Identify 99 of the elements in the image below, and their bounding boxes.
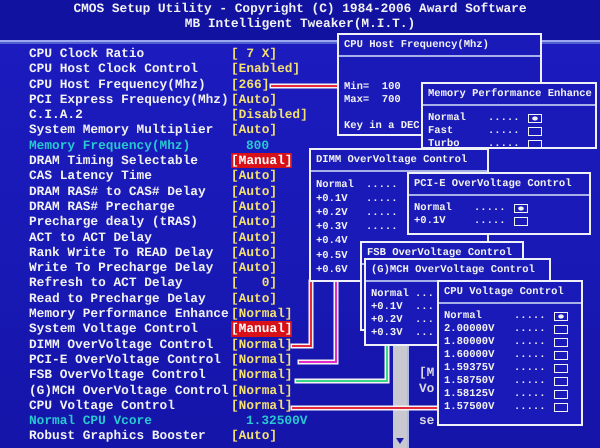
option-item[interactable]: 1.60000V .....	[444, 349, 568, 362]
setting-value[interactable]: [Auto]	[231, 290, 278, 306]
setting-value[interactable]: [Manual]	[231, 153, 292, 168]
option-item[interactable]: +0.1V .....	[414, 215, 528, 228]
setting-value[interactable]: [Normal]	[231, 306, 292, 322]
setting-label: CPU Host Frequency(Mhz)	[29, 76, 207, 92]
setting-label: PCI-E OverVoltage Control	[29, 352, 222, 368]
setting-value[interactable]: [Enabled]	[231, 61, 300, 77]
setting-value[interactable]: [Normal]	[231, 336, 292, 352]
setting-label: PCI Express Frequency(Mhz)	[29, 92, 230, 108]
setting-label: Memory Performance Enhance	[29, 306, 230, 322]
setting-label: Read to Precharge Delay	[29, 290, 207, 306]
option-item[interactable]: Turbo .....	[428, 138, 542, 147]
help-text: [M	[419, 365, 434, 381]
setting-label: Rank Write To READ Delay	[29, 244, 214, 260]
setting-value[interactable]: [Auto]	[231, 244, 278, 260]
setting-label: CPU Voltage Control	[29, 398, 176, 414]
setting-label: Memory Frequency(Mhz)	[29, 138, 192, 154]
setting-label: (G)MCH OverVoltage Control	[29, 382, 230, 398]
setting-label: CPU Host Clock Control	[29, 61, 199, 77]
setting-value[interactable]: [Auto]	[231, 198, 278, 214]
window-title: CMOS Setup Utility - Copyright (C) 1984-2006 Award Software	[72, 0, 528, 16]
option-item[interactable]: 1.59375V .....	[444, 362, 568, 375]
option-item[interactable]: Normal .....	[444, 310, 568, 323]
dialog-text: Max= 700	[344, 94, 401, 107]
option-item[interactable]: Normal .....	[316, 178, 399, 192]
setting-reading: 1.32500V	[245, 413, 308, 428]
radio-mark[interactable]	[554, 364, 568, 373]
setting-label: DRAM RAS# Precharge	[29, 198, 176, 214]
option-item[interactable]: 2.00000V .....	[444, 323, 568, 336]
dialog-title: PCI-E OverVoltage Control	[409, 174, 589, 196]
setting-label: DRAM Timing Selectable	[29, 153, 199, 168]
setting-value[interactable]: [Normal]	[231, 382, 292, 398]
option-item[interactable]: +0.1V ...	[371, 301, 435, 314]
setting-label: System Voltage Control	[29, 321, 199, 337]
setting-value[interactable]: [Normal]	[231, 367, 292, 383]
setting-value[interactable]: [Auto]	[231, 260, 278, 276]
setting-label: CAS Latency Time	[29, 168, 153, 184]
setting-value[interactable]: [Auto]	[231, 184, 278, 199]
setting-label: Normal CPU Vcore	[29, 413, 153, 428]
setting-value[interactable]: [Disabled]	[231, 107, 308, 122]
option-item[interactable]: 1.57500V .....	[444, 401, 568, 414]
setting-value[interactable]: [ 7 X]	[231, 46, 278, 62]
page-subtitle: MB Intelligent Tweaker(M.I.T.)	[184, 16, 416, 31]
radio-mark[interactable]	[528, 127, 542, 136]
option-item[interactable]: +0.3V .....	[316, 220, 399, 235]
radio-mark[interactable]	[554, 351, 568, 360]
setting-label: CPU Clock Ratio	[29, 46, 146, 62]
setting-label: ACT to ACT Delay	[29, 230, 153, 245]
option-item[interactable]: 1.58750V .....	[444, 375, 568, 388]
setting-label: Write To Precharge Delay	[29, 260, 214, 276]
dialog-title: CPU Host Frequency(Mhz)	[339, 35, 540, 57]
setting-value[interactable]: [Auto]	[231, 168, 278, 184]
radio-mark[interactable]	[554, 338, 568, 347]
setting-value[interactable]: [Auto]	[231, 122, 278, 138]
setting-value[interactable]: [Auto]	[231, 230, 278, 245]
option-item[interactable]: 1.58125V .....	[444, 388, 568, 401]
radio-mark[interactable]	[514, 217, 528, 226]
setting-label: System Memory Multiplier	[29, 122, 214, 138]
help-text: Vo	[419, 381, 434, 397]
dialog-title: Memory Performance Enhance	[423, 84, 595, 106]
radio-mark[interactable]	[528, 114, 542, 123]
option-item[interactable]: Fast .....	[428, 125, 542, 138]
setting-value[interactable]: [Manual]	[231, 321, 292, 337]
radio-mark[interactable]	[554, 377, 568, 386]
setting-value[interactable]: [Auto]	[231, 92, 278, 108]
setting-label: Refresh to ACT Delay	[29, 275, 184, 291]
setting-value[interactable]: [Normal]	[231, 398, 292, 414]
option-item[interactable]: +0.3V ...	[371, 327, 435, 340]
option-item[interactable]: Normal ...	[371, 288, 435, 301]
setting-value[interactable]: [Auto]	[231, 428, 278, 444]
radio-mark[interactable]	[514, 204, 528, 213]
option-item[interactable]: Normal .....	[414, 202, 528, 215]
radio-mark[interactable]	[554, 312, 568, 321]
radio-mark[interactable]	[554, 403, 568, 412]
setting-value[interactable]: [Normal]	[231, 352, 292, 368]
radio-mark[interactable]	[528, 140, 542, 147]
setting-value[interactable]: [266]	[231, 76, 270, 92]
help-text: se	[419, 413, 434, 429]
option-item[interactable]: +0.1V .....	[316, 192, 399, 206]
dialog-text: Min= 100	[344, 81, 401, 94]
option-item[interactable]: +0.2V .....	[316, 206, 399, 221]
setting-label: FSB OverVoltage Control	[29, 367, 207, 383]
setting-label: DIMM OverVoltage Control	[29, 336, 214, 352]
setting-label: Robust Graphics Booster	[29, 428, 207, 444]
dialog-title: CPU Voltage Control	[439, 282, 581, 304]
radio-mark[interactable]	[554, 325, 568, 334]
setting-label: DRAM RAS# to CAS# Delay	[29, 184, 207, 199]
option-item[interactable]: 1.80000V .....	[444, 336, 568, 349]
radio-mark[interactable]	[554, 390, 568, 399]
option-item[interactable]: +0.2V ...	[371, 314, 435, 327]
option-item[interactable]: Normal .....	[428, 112, 542, 125]
setting-value[interactable]: [ 0]	[231, 275, 278, 291]
setting-label: Precharge dealy (tRAS)	[29, 214, 199, 230]
dialog-text: Key in a DEC	[344, 120, 420, 133]
setting-value[interactable]: [Auto]	[231, 214, 278, 230]
scroll-down-icon[interactable]	[396, 438, 404, 444]
setting-label: C.I.A.2	[29, 107, 84, 122]
setting-reading: 800	[245, 138, 270, 154]
